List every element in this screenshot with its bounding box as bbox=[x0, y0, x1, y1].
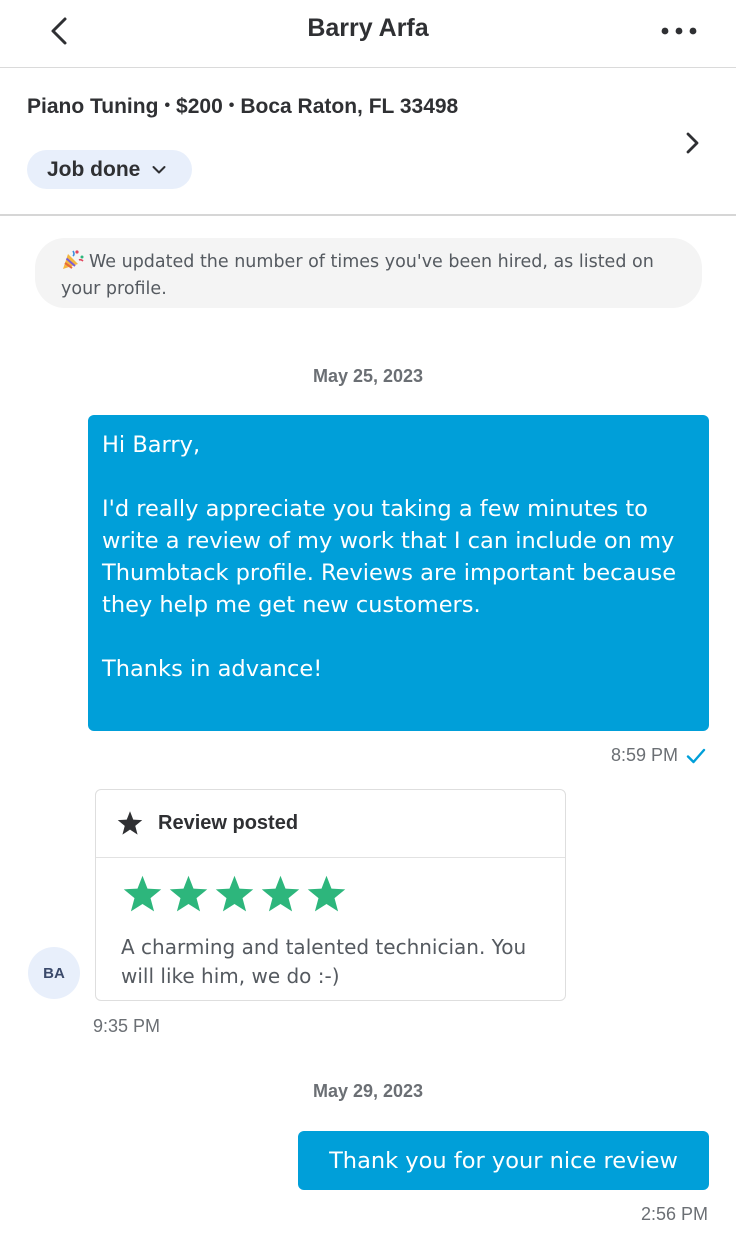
star-filled-icon bbox=[123, 875, 162, 912]
message-time: 9:35 PM bbox=[93, 1016, 161, 1036]
read-check-icon bbox=[686, 748, 706, 763]
outgoing-message[interactable]: Hi Barry, I'd really appreciate you taki… bbox=[88, 415, 709, 731]
chevron-left-icon bbox=[51, 17, 67, 45]
message-text: Hi Barry, I'd really appreciate you taki… bbox=[102, 432, 677, 682]
star-rating bbox=[121, 874, 348, 915]
message-time: 8:59 PM bbox=[610, 745, 678, 765]
star-filled-icon bbox=[307, 875, 346, 912]
job-details-button[interactable] bbox=[676, 124, 710, 162]
system-notice: We updated the number of times you've be… bbox=[35, 238, 702, 308]
review-header: Review posted bbox=[96, 790, 565, 858]
review-text: A charming and talented technician. You … bbox=[121, 935, 527, 988]
job-price: $200 bbox=[176, 95, 223, 118]
date-divider: May 29, 2023 bbox=[312, 1081, 424, 1101]
job-status-label: Job done bbox=[47, 157, 141, 181]
back-button[interactable] bbox=[42, 12, 76, 50]
star-filled-icon bbox=[261, 875, 300, 912]
job-location: Boca Raton, FL 33498 bbox=[240, 95, 459, 118]
avatar[interactable]: BA bbox=[28, 947, 80, 999]
job-status-dropdown[interactable]: Job done bbox=[27, 150, 193, 189]
chevron-down-icon bbox=[152, 165, 166, 173]
separator: • bbox=[228, 97, 235, 114]
top-bar: Barry Arfa bbox=[0, 0, 736, 68]
star-filled-icon bbox=[215, 875, 254, 912]
system-notice-text: We updated the number of times you've be… bbox=[61, 252, 654, 299]
message-time: 2:56 PM bbox=[640, 1204, 708, 1224]
party-popper-icon bbox=[61, 248, 85, 277]
more-horizontal-icon bbox=[661, 27, 697, 35]
job-summary: Piano Tuning • $200 • Boca Raton, FL 33498 bbox=[27, 95, 458, 119]
job-service: Piano Tuning bbox=[27, 95, 159, 118]
outgoing-message[interactable]: Thank you for your nice review bbox=[298, 1131, 709, 1190]
date-divider: May 25, 2023 bbox=[312, 366, 424, 386]
message-meta: 8:59 PM bbox=[611, 745, 706, 766]
separator: • bbox=[164, 97, 171, 114]
review-card[interactable]: Review posted A charming and talented te… bbox=[95, 789, 566, 1001]
message-text: Thank you for your nice review bbox=[329, 1147, 678, 1174]
star-icon bbox=[117, 811, 143, 835]
job-summary-bar[interactable]: Piano Tuning • $200 • Boca Raton, FL 33498 J… bbox=[0, 68, 736, 216]
star-filled-icon bbox=[169, 875, 208, 912]
conversation-title: Barry Arfa bbox=[307, 14, 429, 42]
more-options-button[interactable] bbox=[656, 12, 702, 50]
chevron-right-icon bbox=[686, 132, 699, 154]
review-header-label: Review posted bbox=[158, 812, 299, 834]
